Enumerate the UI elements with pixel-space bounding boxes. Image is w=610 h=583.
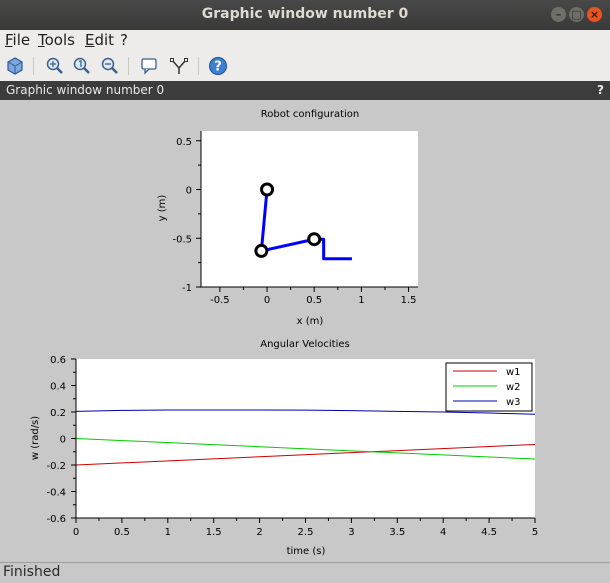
chart1-xtick-label: 0 xyxy=(264,295,270,306)
chart2-ytick-label: 0.6 xyxy=(50,355,66,366)
status-bar: Finished xyxy=(0,562,610,583)
menu-bar: File Tools Edit ? xyxy=(0,30,610,51)
minimize-icon[interactable]: – xyxy=(551,7,566,22)
chart1-xlabel: x (m) xyxy=(297,316,324,327)
chart1-ytick-label: 0 xyxy=(186,186,192,197)
figure-title: Graphic window number 0 xyxy=(6,83,165,97)
menu-file[interactable]: File xyxy=(5,31,30,49)
datatip-icon[interactable] xyxy=(140,56,160,76)
chart1-ytick-label: -1 xyxy=(182,283,192,294)
chart2-xtick-label: 2 xyxy=(256,527,262,538)
chart2-ytick-label: -0.4 xyxy=(46,488,66,499)
figure-svg: Robot configuration -0.5 0 0.5 1 1.5 0.5 0 -0.5… xyxy=(30,109,538,557)
figure-header: Graphic window number 0 ? xyxy=(0,81,610,100)
toolbar: ? xyxy=(0,51,610,82)
chart1-xtick-label: 0.5 xyxy=(306,295,322,306)
zoom-out-icon[interactable] xyxy=(100,56,120,76)
angular-velocities-chart: Angular Velocities 0 0.5 1 1.5 2 2.5 3 3.5 4 4.5 5… xyxy=(30,339,538,557)
maximize-icon[interactable]: □ xyxy=(569,7,584,22)
zoom-in-icon[interactable] xyxy=(45,56,65,76)
chart1-xtick-label: 1.5 xyxy=(401,295,417,306)
chart1-ytick-label: -0.5 xyxy=(172,234,192,245)
chart2-xtick-label: 2.5 xyxy=(298,527,314,538)
chart2-ylabel: w (rad/s) xyxy=(30,416,41,460)
status-text: Finished xyxy=(3,564,61,580)
robot-joint-marker xyxy=(254,243,269,258)
legend-w3-label: w3 xyxy=(506,397,521,408)
window-titlebar: Graphic window number 0 – □ × xyxy=(0,0,610,30)
chart1-plot-area xyxy=(201,131,418,287)
window-title: Graphic window number 0 xyxy=(201,6,409,22)
help-icon[interactable]: ? xyxy=(208,56,228,76)
robot-configuration-chart: Robot configuration -0.5 0 0.5 1 1.5 0.5 0 -0.5… xyxy=(157,109,418,327)
chart2-xlabel: time (s) xyxy=(287,546,326,557)
chart2-xtick-label: 4 xyxy=(440,527,446,538)
chart2-ytick-label: -0.6 xyxy=(46,514,66,525)
chart2-xtick-label: 0.5 xyxy=(114,527,130,538)
chart2-xtick-label: 1 xyxy=(165,527,171,538)
chart2-xtick-label: 0 xyxy=(73,527,79,538)
chart2-title: Angular Velocities xyxy=(260,339,350,350)
zoom-fit-icon[interactable] xyxy=(72,56,92,76)
menu-edit[interactable]: Edit xyxy=(85,31,114,49)
svg-text:?: ? xyxy=(214,60,222,75)
rotate-icon[interactable] xyxy=(5,56,25,76)
chart2-ytick-label: 0.4 xyxy=(50,382,66,393)
chart1-title: Robot configuration xyxy=(261,109,360,120)
chart1-ytick-label: 0.5 xyxy=(176,137,192,148)
graphic-canvas[interactable]: Robot configuration -0.5 0 0.5 1 1.5 0.5 0 -0.5… xyxy=(0,100,610,562)
editor-icon[interactable] xyxy=(169,56,189,76)
menu-tools[interactable]: Tools xyxy=(38,31,75,49)
robot-joint-marker xyxy=(307,232,322,247)
chart2-xtick-label: 3.5 xyxy=(389,527,405,538)
chart2-ytick-label: -0.2 xyxy=(46,461,66,472)
chart2-xtick-label: 5 xyxy=(532,527,538,538)
legend-w2-label: w2 xyxy=(506,382,521,393)
chart2-xtick-label: 1.5 xyxy=(206,527,222,538)
menu-help[interactable]: ? xyxy=(120,31,128,49)
chart2-xtick-label: 4.5 xyxy=(481,527,497,538)
chart2-ytick-label: 0 xyxy=(60,435,66,446)
close-icon[interactable]: × xyxy=(587,7,602,22)
chart2-legend: w1 w2 w3 xyxy=(445,362,533,412)
robot-joint-marker xyxy=(260,182,275,197)
chart1-xtick-label: -0.5 xyxy=(210,295,230,306)
chart1-ylabel: y (m) xyxy=(157,195,168,222)
figure-help-icon[interactable]: ? xyxy=(597,83,604,97)
chart2-xtick-label: 3 xyxy=(348,527,354,538)
chart1-xtick-label: 1 xyxy=(358,295,364,306)
legend-w1-label: w1 xyxy=(506,367,521,378)
chart2-ytick-label: 0.2 xyxy=(50,408,66,419)
